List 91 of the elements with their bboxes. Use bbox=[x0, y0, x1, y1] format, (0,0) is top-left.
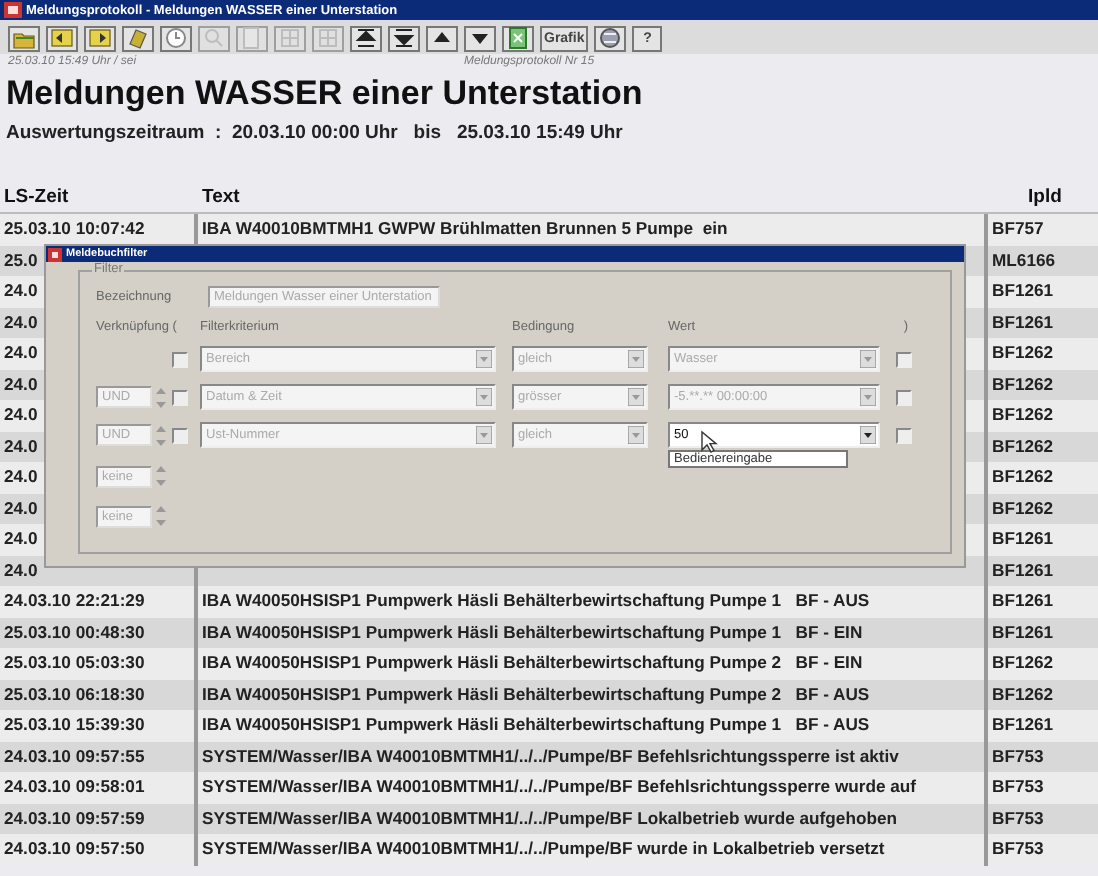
table-cell: BF1262 bbox=[992, 497, 1054, 517]
checkbox[interactable] bbox=[172, 389, 188, 405]
table-cell: 24.0 bbox=[4, 559, 38, 579]
table-cell: 24.03.10 09:58:01 bbox=[4, 776, 145, 796]
table-cell: SYSTEM/Wasser/IBA W40010BMTMH1/../../Pumpe/BF Befehlsrichtungssperre wurde auf bbox=[202, 776, 917, 796]
app-icon bbox=[48, 247, 62, 261]
checkbox[interactable] bbox=[172, 351, 188, 367]
arrow-icon bbox=[392, 26, 416, 50]
dropdown-icon bbox=[860, 426, 876, 444]
toolbar-button[interactable] bbox=[426, 25, 458, 51]
table-cell: BF1262 bbox=[992, 683, 1054, 703]
toolbar-button[interactable] bbox=[46, 25, 78, 51]
toolbar-button[interactable] bbox=[464, 25, 496, 51]
table-cell: BF753 bbox=[992, 776, 1044, 796]
cursor-icon bbox=[700, 430, 718, 454]
table-cell: IBA W40050HSISP1 Pumpwerk Häsli Behälterbewirtschaftung Pumpe 2 BF - EIN bbox=[202, 652, 863, 672]
table-cell: 24.03.10 22:21:29 bbox=[4, 590, 145, 610]
table-cell: 25.03.10 06:18:30 bbox=[4, 683, 145, 703]
table-cell: 24.03.10 09:57:55 bbox=[4, 745, 145, 765]
dropdown-icon bbox=[476, 388, 492, 406]
table-cell: SYSTEM/Wasser/IBA W40010BMTMH1/../../Pumpe/BF wurde in Lokalbetrieb versetzt bbox=[202, 838, 885, 858]
table-cell: IBA W40050HSISP1 Pumpwerk Häsli Behälterbewirtschaftung Pumpe 1 BF - EIN bbox=[202, 621, 863, 641]
grid-icon bbox=[316, 26, 340, 50]
table-cell: BF1262 bbox=[992, 404, 1054, 424]
checkbox[interactable] bbox=[172, 427, 188, 443]
table-cell: 24.0 bbox=[4, 280, 38, 300]
table-cell: BF753 bbox=[992, 838, 1044, 858]
table-cell: BF1261 bbox=[992, 714, 1054, 734]
arrow-icon bbox=[354, 26, 378, 50]
column-header: Ipld bbox=[1026, 184, 1064, 212]
clock-icon bbox=[164, 26, 188, 50]
table-cell: BF1261 bbox=[992, 280, 1054, 300]
table-cell: IBA W40050HSISP1 Pumpwerk Häsli Behälterbewirtschaftung Pumpe 1 BF - AUS bbox=[202, 714, 870, 734]
table-cell: 24.03.10 09:57:50 bbox=[4, 838, 145, 858]
dropdown-icon bbox=[476, 350, 492, 368]
table-cell: 24.0 bbox=[4, 342, 38, 362]
dropdown-icon bbox=[860, 350, 876, 368]
toolbar-button[interactable] bbox=[594, 25, 627, 51]
table-cell: 25.03.10 05:03:30 bbox=[4, 652, 145, 672]
report-heading: Meldungen WASSER einer Unterstation bbox=[4, 72, 645, 114]
table-cell: 25.03.10 15:39:30 bbox=[4, 714, 145, 734]
table-cell: IBA W40050HSISP1 Pumpwerk Häsli Behälterbewirtschaftung Pumpe 1 BF - AUS bbox=[202, 590, 870, 610]
checkbox[interactable] bbox=[896, 427, 912, 443]
table-cell: 24.0 bbox=[4, 497, 38, 517]
evaluation-period: Auswertungszeitraum : 20.03.10 00:00 Uhr bis 25.03.10 15:49 Uhr bbox=[4, 120, 625, 148]
table-cell: BF1261 bbox=[992, 621, 1054, 641]
sheet-icon bbox=[506, 26, 530, 50]
checkbox[interactable] bbox=[896, 351, 912, 367]
table-cell: 24.0 bbox=[4, 435, 38, 455]
toolbar-button[interactable] bbox=[350, 25, 382, 51]
app-icon bbox=[4, 2, 22, 18]
grid-icon bbox=[278, 26, 302, 50]
dropdown-icon bbox=[476, 426, 492, 444]
table-cell: 24.0 bbox=[4, 311, 38, 331]
table-cell: ML6166 bbox=[992, 249, 1056, 269]
table-cell: BF1262 bbox=[992, 373, 1054, 393]
table-cell: 24.0 bbox=[4, 466, 38, 486]
table-cell: 24.0 bbox=[4, 373, 38, 393]
table-cell: BF753 bbox=[992, 807, 1044, 827]
table-cell: BF1261 bbox=[992, 311, 1054, 331]
dropdown-icon bbox=[628, 388, 644, 406]
table-cell: BF1261 bbox=[992, 559, 1054, 579]
table-cell: BF1261 bbox=[992, 528, 1054, 548]
toolbar-button[interactable] bbox=[84, 25, 116, 51]
table-cell: IBA W40010BMTMH1 GWPW Brühlmatten Brunnen 5 Pumpe ein bbox=[202, 218, 728, 238]
toolbar-button[interactable] bbox=[388, 25, 420, 51]
dropdown-icon bbox=[628, 426, 644, 444]
table-cell: BF1262 bbox=[992, 652, 1054, 672]
checkbox[interactable] bbox=[896, 389, 912, 405]
table-cell: SYSTEM/Wasser/IBA W40010BMTMH1/../../Pumpe/BF Lokalbetrieb wurde aufgehoben bbox=[202, 807, 897, 827]
table-cell: SYSTEM/Wasser/IBA W40010BMTMH1/../../Pumpe/BF Befehlsrichtungssperre ist aktiv bbox=[202, 745, 899, 765]
table-cell: 25.03.10 00:48:30 bbox=[4, 621, 145, 641]
column-header: Text bbox=[200, 184, 242, 212]
table-cell: BF757 bbox=[992, 218, 1044, 238]
dropdown-icon bbox=[628, 350, 644, 368]
toolbar-button[interactable] bbox=[122, 25, 154, 51]
pencil-icon bbox=[126, 26, 150, 50]
table-cell: 24.03.10 09:57:59 bbox=[4, 807, 145, 827]
table-cell: 24.0 bbox=[4, 528, 38, 548]
table-cell: BF1261 bbox=[992, 590, 1054, 610]
table-cell: 24.0 bbox=[4, 404, 38, 424]
table-cell: IBA W40050HSISP1 Pumpwerk Häsli Behälterbewirtschaftung Pumpe 2 BF - AUS bbox=[202, 683, 870, 703]
column-header: LS-Zeit bbox=[2, 184, 71, 212]
table-cell: 25.03.10 10:07:42 bbox=[4, 218, 145, 238]
table-cell: BF1262 bbox=[992, 342, 1054, 362]
search-icon bbox=[202, 26, 226, 50]
dropdown-icon bbox=[860, 388, 876, 406]
table-cell: BF1262 bbox=[992, 435, 1054, 455]
table-cell: BF1262 bbox=[992, 466, 1054, 486]
table-cell: 25.0 bbox=[4, 249, 38, 269]
table-cell: BF753 bbox=[992, 745, 1044, 765]
